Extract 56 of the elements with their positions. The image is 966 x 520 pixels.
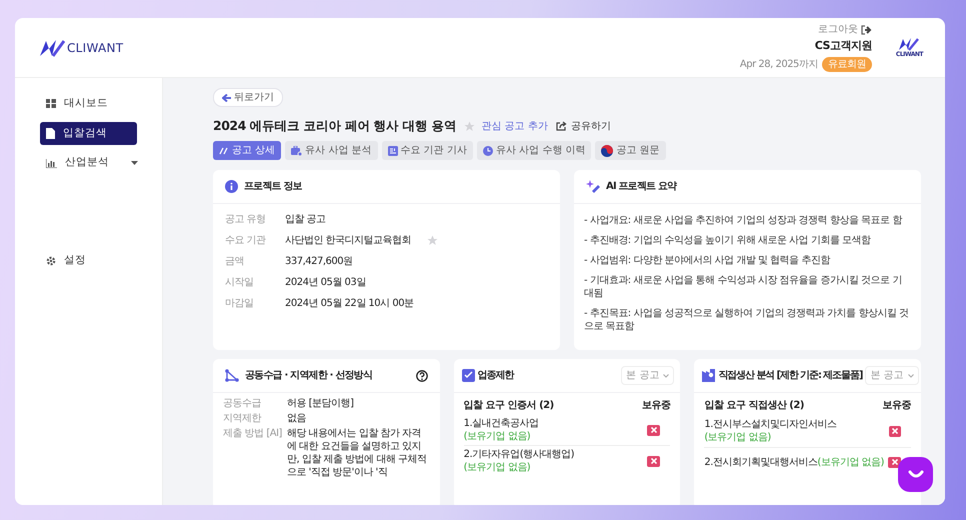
holder-note: (보유기업 없음) [464, 430, 532, 444]
field-label: 제출 방법 [AI] [223, 427, 283, 442]
sidebar-item[interactable]: 산업분석 [40, 151, 137, 175]
list-heading: 입찰 요구 인증서 (2) [464, 399, 554, 412]
summary-line: - 추진배경: 기업의 수익성을 높이기 위해 새로운 사업 기회를 모색함 [584, 234, 872, 248]
tab[interactable]: 유사 사업 분석 [285, 141, 378, 160]
card-title: 프로젝트 정보 [244, 180, 302, 194]
list-heading: 입찰 요구 직접생산 (2) [704, 399, 804, 412]
summary-line: - 추진목표: 사업을 성공적으로 실행하여 기업의 경쟁력과 가치를 향상시킬 것으로 목표함 [584, 307, 910, 334]
field-label: 금액 [225, 255, 245, 268]
share-button[interactable]: 공유하기 [556, 120, 611, 133]
back-button[interactable]: 뒤로가기 [213, 88, 283, 107]
tab[interactable]: 공고 상세 [213, 141, 282, 160]
summary-line: - 사업개요: 새로운 사업을 추진하여 기업의 성장과 경쟁력 향상을 목표로 함 [584, 214, 904, 228]
field-value: 2024년 05월 22일 10시 00분 [285, 297, 414, 310]
field-label: 공고 유형 [225, 213, 267, 226]
field-label: 공동수급 [223, 397, 262, 410]
requirement-name: 1.전시부스설치및디자인서비스 [704, 418, 836, 432]
field-value: 입찰 공고 [285, 213, 326, 226]
card-title: 직접생산 분석 [제한 기준: 제조물품] [718, 369, 862, 382]
settings-link[interactable]: 설정 [40, 248, 137, 273]
tab[interactable]: 수요 기관 기사 [382, 141, 473, 160]
tab[interactable]: 공고 원문 [595, 141, 666, 160]
card-title: 공동수급 · 지역제한 · 선정방식 [245, 369, 372, 382]
holder-note: (보유기업 없음) [704, 431, 771, 444]
summary-line: - 사업범위: 다양한 분야에서의 사업 개발 및 협력을 추진함 [584, 254, 832, 268]
page-title: 2024 에듀테크 코리아 페어 행사 대행 용역 [213, 118, 456, 134]
tab[interactable]: 유사 사업 수행 이력 [476, 141, 592, 160]
holder-note: (보유기업 없음) [464, 461, 532, 474]
user-name: CS고객지원 [814, 39, 872, 54]
field-value: 2024년 05월 03일 [285, 276, 366, 290]
sidebar-item[interactable]: 대시보드 [40, 92, 137, 116]
requirement-name: 1.실내건축공사업 [464, 417, 539, 430]
expiry-date: Apr 28, 2025까지 [740, 58, 818, 71]
favorite-button[interactable]: 관심 공고 추가 [464, 120, 548, 133]
field-value: 해당 내용에서는 입찰 참가 자격에 대한 요건들을 설명하고 있지만, 입찰 제출 방법에 대해 구체적으로 '직접 방문'이나 '직 [287, 427, 428, 480]
logout-button[interactable]: 로그아웃 [818, 23, 872, 36]
field-label: 시작일 [225, 276, 254, 290]
card-title: AI 프로젝트 요약 [606, 180, 676, 194]
requirement-name: 2.기타자유업(행사대행업) [464, 448, 574, 462]
column-heading: 보유중 [642, 399, 670, 412]
field-value: 사단법인 한국디지털교육협회 [285, 234, 412, 248]
holder-note: (보유기업 없음) [817, 456, 884, 469]
logo-text: CLIWANT [67, 40, 124, 56]
field-value: 337,427,600원 [285, 255, 353, 268]
field-label: 마감일 [225, 297, 254, 310]
summary-line: - 기대효과: 새로운 사업을 통해 수익성과 시장 점유율을 증가시킬 것으로 기대됨 [584, 274, 903, 300]
field-label: 수요 기관 [225, 234, 267, 248]
plan-badge: 유료회원 [822, 56, 872, 72]
field-value: 없음 [287, 412, 306, 426]
column-heading: 보유중 [882, 399, 912, 412]
field-value: 허용 [분담이행] [287, 397, 354, 410]
card-title: 업종제한 [478, 369, 514, 382]
sidebar-item[interactable]: 입찰검색 [40, 122, 137, 146]
field-label: 지역제한 [223, 412, 262, 426]
requirement-name: 2.전시회기획및대행서비스 [704, 456, 818, 469]
